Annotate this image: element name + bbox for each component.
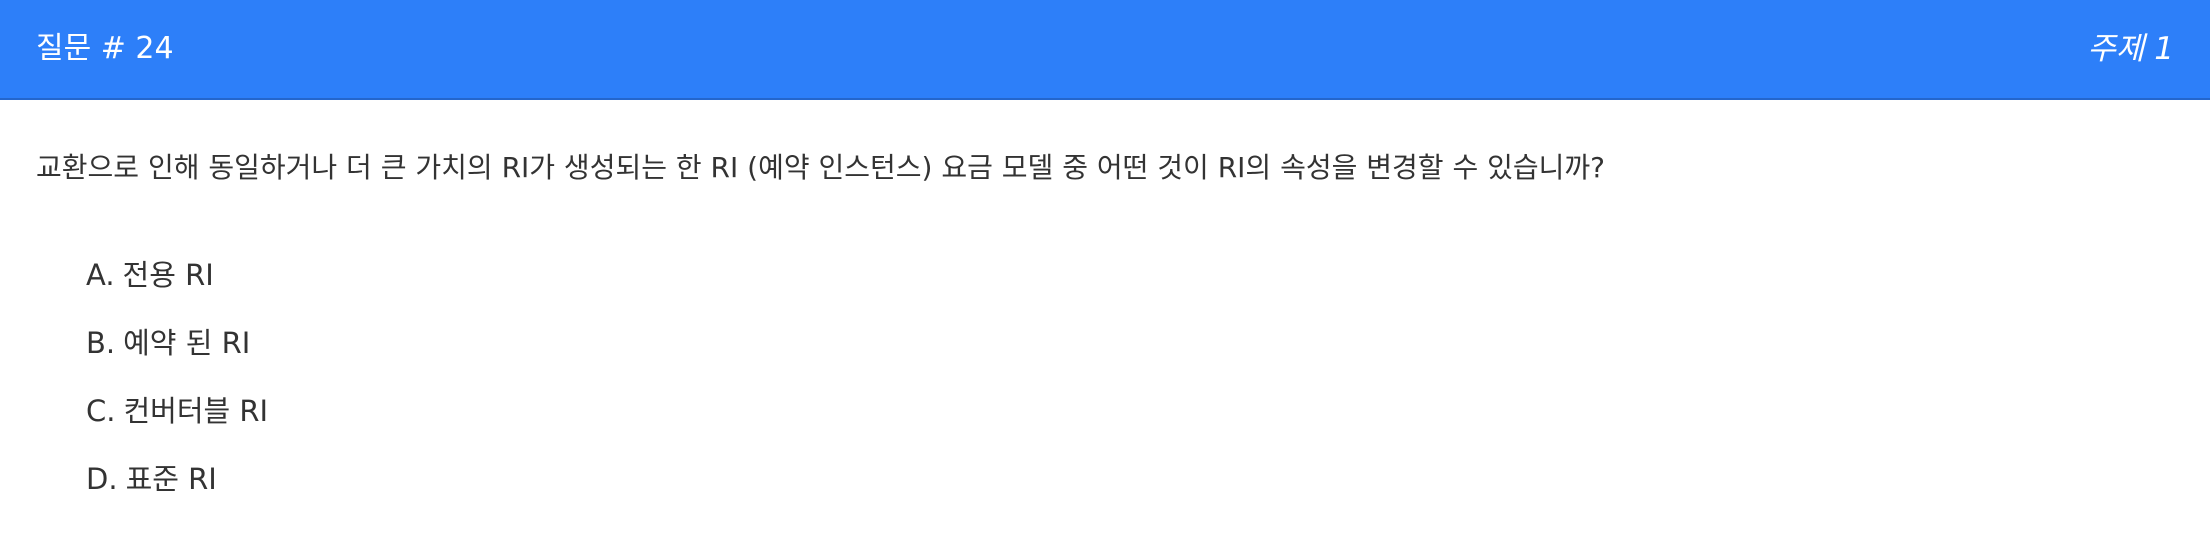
question-number: 질문 # 24 [36, 31, 174, 66]
topic-label: 주제 1 [2087, 30, 2174, 67]
option-a[interactable]: A. 전용 RI [86, 257, 268, 293]
answer-options: A. 전용 RI B. 예약 된 RI C. 컨버터블 RI D. 표준 RI [86, 257, 268, 497]
option-letter: B. [86, 326, 116, 360]
option-c[interactable]: C. 컨버터블 RI [86, 393, 268, 429]
question-text: 교환으로 인해 동일하거나 더 큰 가치의 RI가 생성되는 한 RI (예약 … [36, 151, 1606, 184]
option-letter: D. [86, 462, 118, 496]
option-text: 전용 RI [122, 258, 214, 292]
option-text: 컨버터블 RI [123, 394, 269, 428]
option-b[interactable]: B. 예약 된 RI [86, 325, 268, 361]
option-d[interactable]: D. 표준 RI [86, 461, 268, 497]
option-letter: C. [86, 394, 116, 428]
question-header: 질문 # 24 주제 1 [0, 0, 2210, 100]
option-text: 표준 RI [125, 462, 217, 496]
option-text: 예약 된 RI [123, 326, 251, 360]
option-letter: A. [86, 258, 115, 292]
